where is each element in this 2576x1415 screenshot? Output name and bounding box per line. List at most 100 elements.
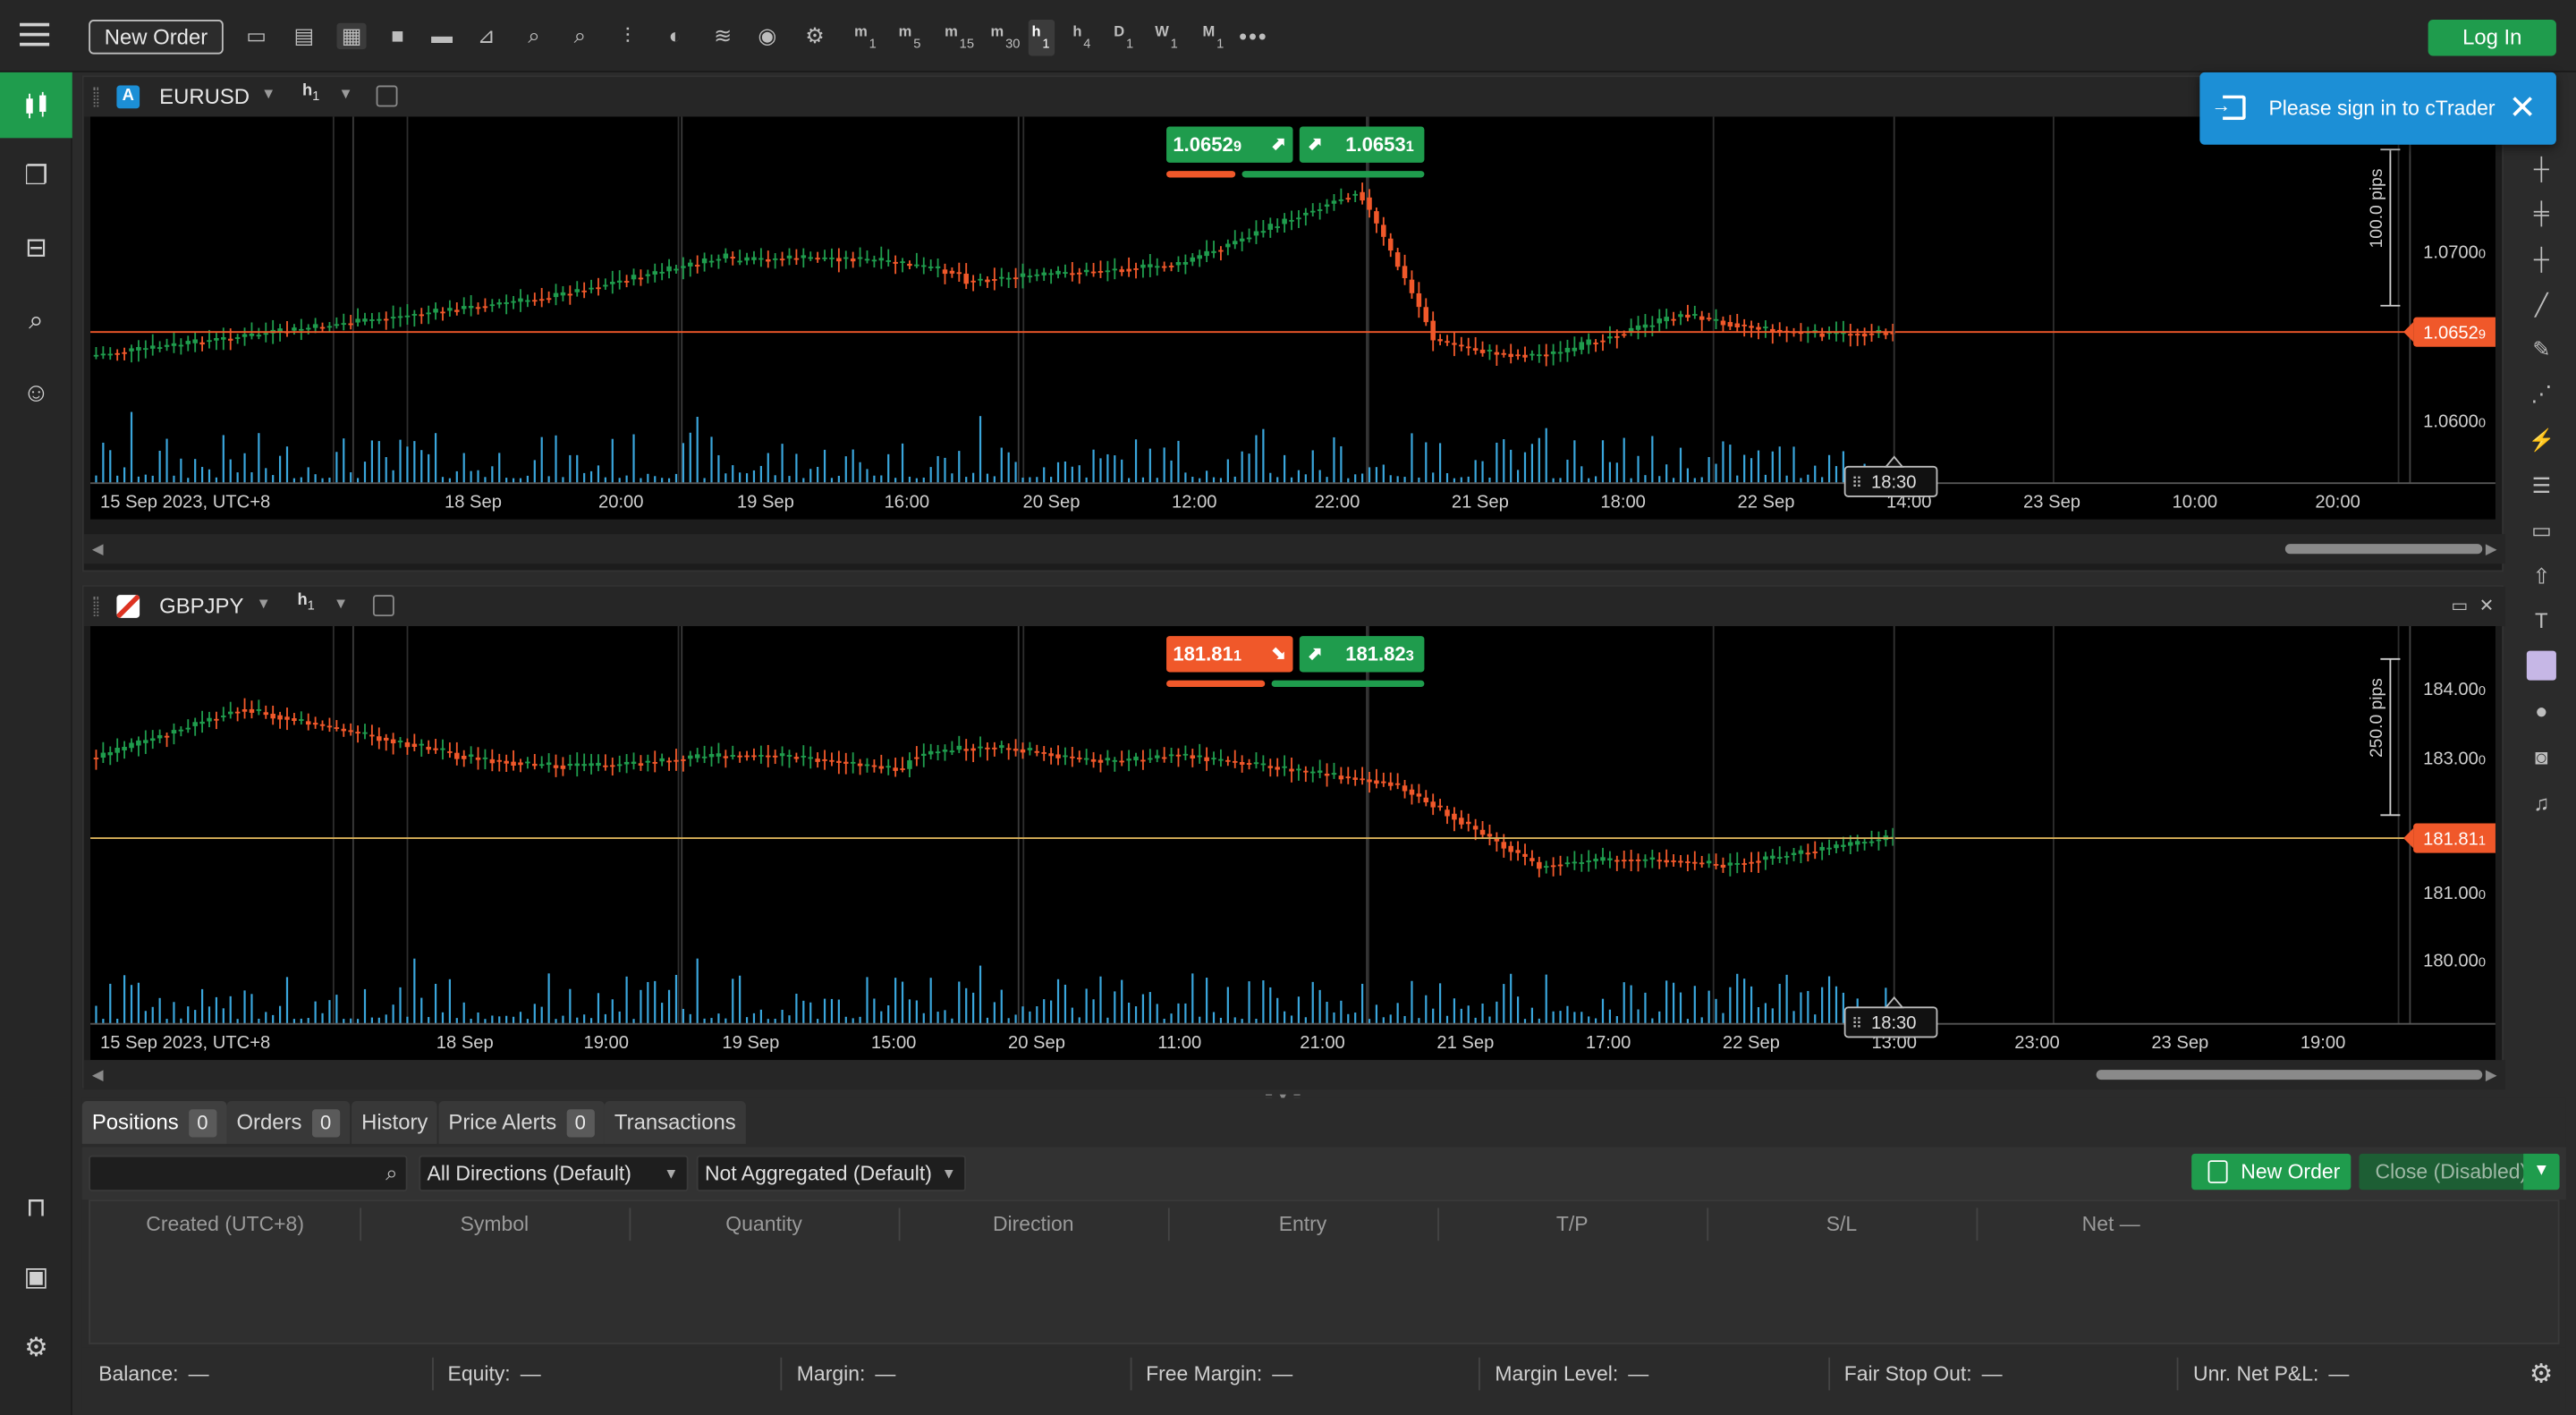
fan-icon[interactable]: ⋰ xyxy=(2527,379,2556,409)
column-header[interactable]: S/L xyxy=(1707,1213,1976,1236)
column-header[interactable]: Symbol xyxy=(360,1213,629,1236)
new-order-button[interactable]: New Order xyxy=(2191,1153,2351,1190)
chevron-down-icon[interactable]: ▼ xyxy=(338,86,352,102)
layout-icon[interactable]: ▤ xyxy=(289,23,318,49)
bell-icon[interactable]: ♫ xyxy=(2527,789,2556,818)
close-icon[interactable]: ✕ xyxy=(2509,89,2537,128)
measure-icon[interactable]: ┼ xyxy=(2527,245,2556,275)
pitchfork-icon[interactable]: ⚡ xyxy=(2527,426,2556,455)
buy-price-button[interactable]: ⬈ 1.06531 xyxy=(1299,126,1425,163)
more-icon[interactable]: ••• xyxy=(1239,23,1268,49)
chevron-down-icon[interactable]: ▼ xyxy=(334,595,348,611)
column-header[interactable]: Net — xyxy=(1977,1213,2246,1236)
text-icon[interactable]: T xyxy=(2527,606,2556,636)
tab-transactions[interactable]: Transactions xyxy=(604,1101,746,1144)
sidebar-item-community[interactable]: ☺ xyxy=(0,361,72,427)
chevron-down-icon[interactable]: ▼ xyxy=(261,86,275,102)
sell-price-button[interactable]: 1.06529 ⬈ xyxy=(1166,126,1293,163)
sidebar-item-trade[interactable] xyxy=(0,72,72,139)
camera-icon[interactable]: ◙ xyxy=(2527,743,2556,773)
scroll-right-icon[interactable]: ▶ xyxy=(2486,1066,2497,1084)
indicators-icon[interactable]: ⫶ xyxy=(613,23,642,49)
scroll-right-icon[interactable]: ▶ xyxy=(2486,541,2497,559)
timeframe-m15[interactable]: m15 xyxy=(941,20,975,55)
scroll-thumb[interactable] xyxy=(2096,1070,2483,1080)
tab-price-alerts[interactable]: Price Alerts 0 xyxy=(438,1101,605,1144)
volume-bar xyxy=(1827,976,1831,1024)
column-header[interactable]: Created (UTC+8) xyxy=(90,1213,360,1236)
buy-price-button[interactable]: ⬈ 181.823 xyxy=(1299,636,1425,673)
search-input[interactable]: ⌕ xyxy=(89,1155,408,1192)
timeframe-m30[interactable]: m30 xyxy=(987,20,1021,55)
gear-icon[interactable]: ⚙ xyxy=(2529,1358,2553,1391)
layers-icon[interactable]: ≋ xyxy=(708,23,738,49)
tab-history[interactable]: History xyxy=(352,1101,438,1144)
log-in-button[interactable]: Log In xyxy=(2428,20,2556,56)
timeframe-W1[interactable]: W1 xyxy=(1152,20,1180,55)
cbot-icon[interactable]: ◐ xyxy=(660,23,690,49)
scroll-left-icon[interactable]: ◀ xyxy=(92,541,104,559)
chevron-down-icon[interactable]: ▼ xyxy=(257,595,271,611)
column-header[interactable]: T/P xyxy=(1437,1213,1707,1236)
maximize-icon[interactable]: ▭ xyxy=(2451,595,2468,616)
column-header[interactable]: Quantity xyxy=(629,1213,898,1236)
new-order-button[interactable]: New Order xyxy=(89,20,224,55)
chart-mode-icon[interactable]: ▭ xyxy=(242,23,271,49)
pen-icon[interactable]: ✎ xyxy=(2527,335,2556,365)
sidebar-item-deposit[interactable]: ⊓ xyxy=(0,1177,72,1242)
close-icon[interactable]: ✕ xyxy=(2479,595,2495,616)
chevron-down-icon[interactable]: ▼ xyxy=(2523,1153,2560,1190)
crosshair-icon[interactable]: ┼ xyxy=(2527,155,2556,184)
link-icon[interactable] xyxy=(372,595,394,617)
fibonacci-icon[interactable]: ☰ xyxy=(2527,471,2556,501)
multi-chart-icon[interactable]: ▦ xyxy=(336,22,367,50)
sidebar-item-analyze[interactable]: ⌕ xyxy=(0,289,72,354)
direction-select[interactable]: All Directions (Default) ▼ xyxy=(419,1155,689,1192)
single-chart-icon[interactable]: ■ xyxy=(383,23,412,49)
split-chart-icon[interactable]: ▬ xyxy=(428,23,457,49)
chart-timeframe[interactable]: h1 xyxy=(302,82,319,104)
zoom-out-icon[interactable]: ⌕ xyxy=(519,23,548,49)
chart-canvas[interactable]: 1.07000 1.06000 100.0 pips 1.06529 15 Sep 20… xyxy=(90,116,2496,520)
eye-icon[interactable]: ◉ xyxy=(752,23,782,49)
sell-price-button[interactable]: 181.811 ⬊ xyxy=(1166,636,1293,673)
column-header[interactable]: Entry xyxy=(1168,1213,1437,1236)
scroll-thumb[interactable] xyxy=(2284,544,2483,555)
link-icon[interactable] xyxy=(376,85,398,107)
timeframe-h4[interactable]: h4 xyxy=(1070,20,1096,55)
chart-canvas[interactable]: 184.000 183.000 181.000 180.000 250.0 pips 18… xyxy=(90,626,2496,1061)
symbol-name[interactable]: GBPJPY xyxy=(159,593,243,618)
color-swatch[interactable] xyxy=(2526,650,2556,681)
chart-timeframe[interactable]: h1 xyxy=(297,591,314,613)
timeframe-m5[interactable]: m5 xyxy=(895,20,922,55)
volume-bar xyxy=(1510,973,1513,1024)
menu-icon[interactable] xyxy=(20,22,50,47)
aggregation-select[interactable]: Not Aggregated (Default) ▼ xyxy=(696,1155,966,1192)
horizontal-scrollbar[interactable]: ◀ ▶ xyxy=(83,1060,2505,1090)
add-chart-icon[interactable]: ⊿ xyxy=(471,23,501,49)
drag-handle[interactable] xyxy=(93,87,99,107)
tab-orders[interactable]: Orders 0 xyxy=(226,1101,350,1144)
line-icon[interactable]: ╱ xyxy=(2527,291,2556,320)
sidebar-item-wallet[interactable]: ▣ xyxy=(0,1246,72,1311)
cross-icon[interactable]: ╪ xyxy=(2527,199,2556,228)
drag-handle[interactable] xyxy=(93,596,99,617)
arrow-up-icon[interactable]: ⇧ xyxy=(2527,562,2556,591)
timeframe-m1[interactable]: m1 xyxy=(851,20,877,55)
timeframe-M1[interactable]: M1 xyxy=(1199,20,1225,55)
timeframe-h1[interactable]: h1 xyxy=(1028,20,1055,56)
settings-chart-icon[interactable]: ⚙ xyxy=(800,23,829,49)
horizontal-scrollbar[interactable]: ◀ ▶ xyxy=(83,534,2505,564)
scroll-left-icon[interactable]: ◀ xyxy=(92,1066,104,1084)
zoom-in-icon[interactable]: ⌕ xyxy=(565,23,595,49)
sidebar-item-settings[interactable]: ⚙ xyxy=(0,1317,72,1382)
rectangle-icon[interactable]: ▭ xyxy=(2527,516,2556,546)
symbol-name[interactable]: EURUSD xyxy=(159,84,250,109)
column-header[interactable]: Direction xyxy=(899,1213,1168,1236)
sidebar-item-algo[interactable]: ⊟ xyxy=(0,217,72,283)
sidebar-item-copy[interactable]: ❐ xyxy=(0,145,72,210)
sign-in-notification[interactable]: Please sign in to cTrader ✕ xyxy=(2199,72,2556,145)
dot-icon[interactable]: ● xyxy=(2527,697,2556,726)
tab-positions[interactable]: Positions 0 xyxy=(81,1101,227,1144)
timeframe-D1[interactable]: D1 xyxy=(1111,20,1137,55)
